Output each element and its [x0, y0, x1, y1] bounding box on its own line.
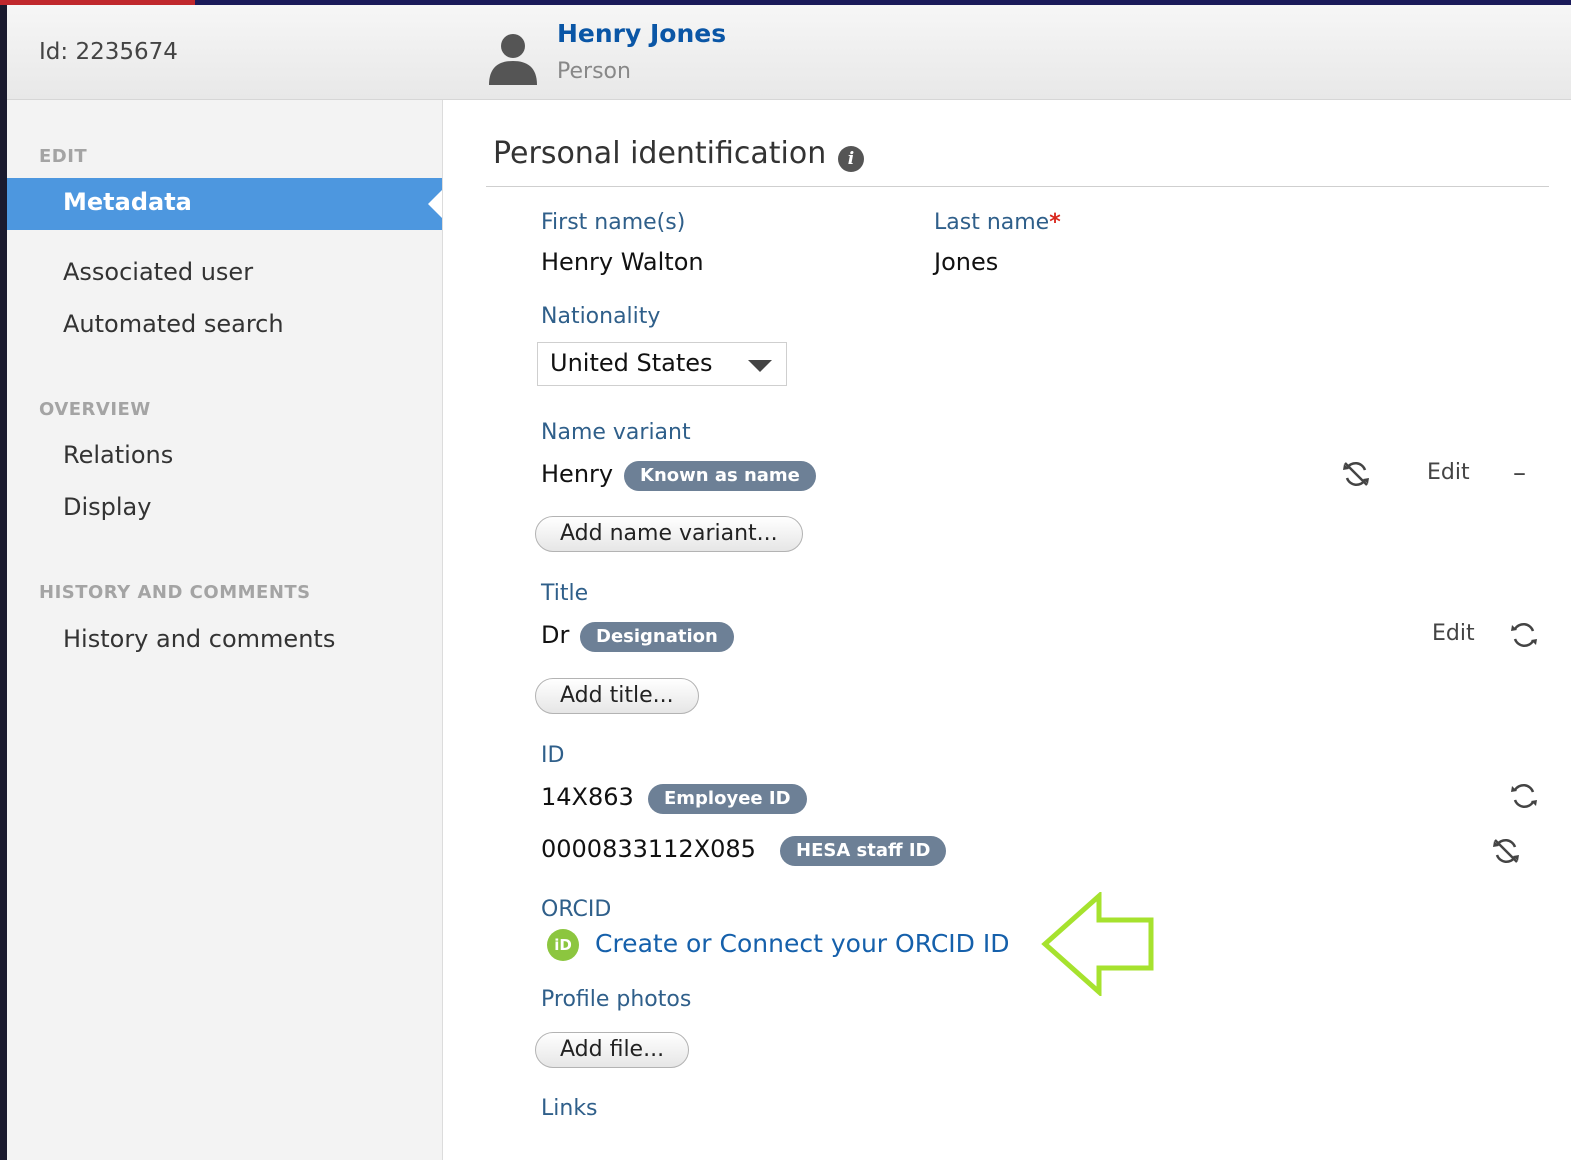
title-value: Dr — [541, 621, 570, 649]
nationality-label: Nationality — [541, 304, 661, 329]
profile-photos-label: Profile photos — [541, 987, 692, 1012]
person-name[interactable]: Henry Jones — [557, 19, 726, 48]
active-notch — [428, 190, 442, 218]
info-icon[interactable]: i — [838, 146, 864, 172]
name-variant-value: Henry — [541, 460, 614, 488]
designation-badge: Designation — [580, 622, 734, 652]
first-name-label: First name(s) — [541, 210, 686, 235]
sync-icon[interactable] — [1509, 781, 1539, 811]
first-name-value: Henry Walton — [541, 248, 704, 276]
hesa-staff-id-badge: HESA staff ID — [780, 836, 947, 866]
section-divider — [486, 186, 1549, 187]
title-label: Title — [541, 581, 589, 606]
sidebar-item-metadata[interactable]: Metadata — [7, 178, 442, 230]
left-arrow-annotation-icon — [1041, 892, 1154, 996]
sidebar-item-relations[interactable]: Relations — [63, 441, 173, 469]
record-header: Id: 2235674 Henry Jones Person — [7, 5, 1571, 100]
person-type: Person — [557, 59, 631, 84]
add-title-button[interactable]: Add title... — [535, 678, 699, 714]
sync-disabled-icon — [1343, 461, 1369, 487]
links-label: Links — [541, 1096, 598, 1121]
section-title: Personal identification — [493, 136, 827, 171]
record-id: Id: 2235674 — [39, 39, 178, 65]
name-variant-edit-link[interactable]: Edit — [1427, 460, 1470, 485]
add-file-button[interactable]: Add file... — [535, 1032, 690, 1068]
employee-id-value: 14X863 — [541, 783, 634, 811]
name-variant-remove-button[interactable]: – — [1513, 458, 1526, 488]
sidebar-item-automated-search[interactable]: Automated search — [63, 310, 284, 338]
employee-id-badge: Employee ID — [648, 784, 807, 814]
sidebar-item-label: Metadata — [63, 188, 192, 216]
main-content: Personal identification i First name(s) … — [443, 100, 1571, 1160]
sidebar-section-history: HISTORY AND COMMENTS — [39, 582, 311, 603]
sidebar-section-edit: EDIT — [39, 146, 88, 167]
sync-icon[interactable] — [1509, 620, 1539, 650]
known-as-name-badge: Known as name — [624, 461, 816, 491]
name-variant-label: Name variant — [541, 420, 691, 445]
title-edit-link[interactable]: Edit — [1432, 621, 1475, 646]
orcid-label: ORCID — [541, 897, 612, 922]
nationality-value: United States — [550, 349, 713, 377]
orcid-icon: iD — [547, 929, 579, 961]
sidebar-section-overview: OVERVIEW — [39, 399, 151, 420]
sidebar-item-display[interactable]: Display — [63, 493, 151, 521]
sidebar-item-associated-user[interactable]: Associated user — [63, 258, 253, 286]
chevron-down-icon — [748, 360, 772, 372]
sidebar-item-history-and-comments[interactable]: History and comments — [63, 625, 335, 653]
id-label: ID — [541, 743, 565, 768]
sync-disabled-icon — [1493, 838, 1519, 864]
sidebar: EDIT Metadata Associated user Automated … — [7, 100, 443, 1160]
last-name-label-text: Last name — [934, 210, 1050, 235]
last-name-value: Jones — [934, 248, 999, 276]
person-icon — [489, 34, 537, 85]
orcid-connect-link[interactable]: Create or Connect your ORCID ID — [595, 929, 1009, 958]
nationality-select[interactable]: United States — [537, 342, 787, 386]
last-name-label: Last name* — [934, 210, 1061, 235]
add-name-variant-button[interactable]: Add name variant... — [535, 516, 803, 552]
hesa-staff-id-value: 0000833112X085 — [541, 835, 756, 863]
required-marker: * — [1049, 210, 1061, 235]
